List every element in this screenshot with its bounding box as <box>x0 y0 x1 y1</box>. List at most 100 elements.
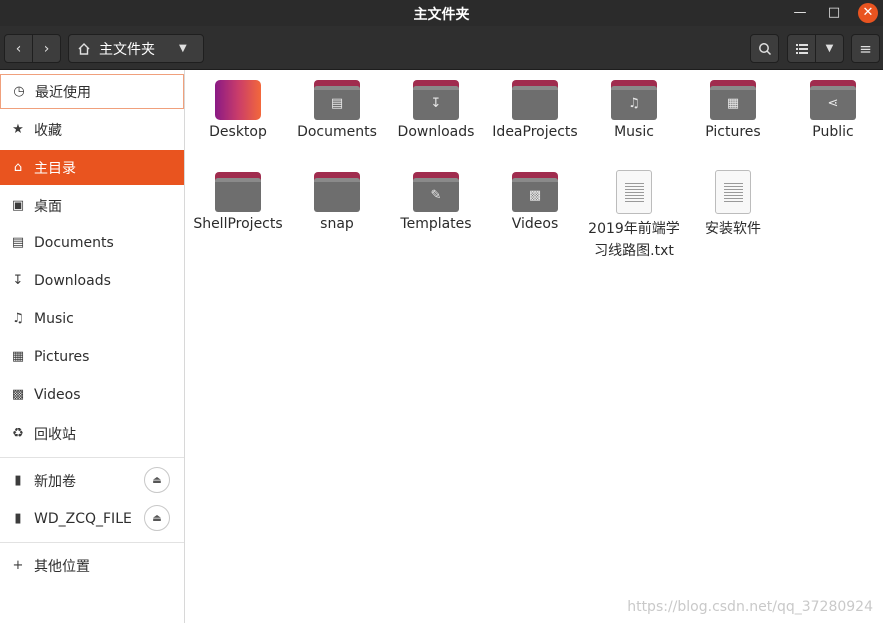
clock-icon: ◷ <box>13 84 25 99</box>
file-item-ideaprojects[interactable]: IdeaProjects <box>489 80 581 141</box>
sidebar-item-label: 其他位置 <box>34 558 90 575</box>
file-item-videos[interactable]: ▩ Videos <box>489 172 581 233</box>
hamburger-icon: ≡ <box>859 39 872 58</box>
minimize-icon[interactable]: — <box>790 3 810 23</box>
sidebar-item-documents[interactable]: ▤ Documents <box>0 225 184 260</box>
chevron-down-icon: ▼ <box>179 43 187 54</box>
star-icon: ★ <box>12 122 24 137</box>
trash-icon: ♻ <box>12 426 24 441</box>
usb-drive-icon: ▮ <box>14 511 22 526</box>
file-item-public[interactable]: ⋖ Public <box>787 80 879 141</box>
home-icon <box>78 42 90 55</box>
location-label: 主文件夹 <box>99 41 155 58</box>
sidebar-item-label: Documents <box>34 234 114 251</box>
file-item-install[interactable]: 安装软件 <box>687 170 779 240</box>
film-icon: ▩ <box>11 387 25 402</box>
sidebar-item-music[interactable]: ♫ Music <box>0 301 184 336</box>
sidebar-item-label: WD_ZCQ_FILE <box>34 510 132 527</box>
file-item-roadmap-txt[interactable]: 2019年前端学习线路图.txt <box>588 170 680 262</box>
sidebar-item-label: Music <box>34 310 74 327</box>
sidebar-item-volume-2[interactable]: ▮ WD_ZCQ_FILE ⏏ <box>0 501 184 536</box>
chevron-down-icon: ▼ <box>825 43 834 54</box>
usb-drive-icon: ▮ <box>14 473 22 488</box>
videos-folder-icon: ▩ <box>512 172 558 212</box>
sidebar-item-label: 收藏 <box>34 122 62 139</box>
folder-icon <box>314 172 360 212</box>
search-button[interactable] <box>750 34 779 63</box>
sidebar-divider <box>0 457 184 458</box>
file-item-desktop[interactable]: Desktop <box>192 80 284 141</box>
file-name: ShellProjects <box>193 216 283 232</box>
sidebar-divider <box>0 542 184 543</box>
file-name: IdeaProjects <box>492 124 578 140</box>
folder-icon <box>512 80 558 120</box>
sidebar-item-pictures[interactable]: ▦ Pictures <box>0 339 184 374</box>
sidebar-item-downloads[interactable]: ↧ Downloads <box>0 263 184 298</box>
file-name: 2019年前端学习线路图.txt <box>588 221 680 259</box>
file-name: Videos <box>511 216 559 232</box>
file-name: Templates <box>400 216 472 232</box>
file-item-shellprojects[interactable]: ShellProjects <box>192 172 284 233</box>
file-grid: Desktop ▤ Documents ↧ Downloads IdeaProj… <box>185 70 883 623</box>
text-file-icon <box>616 170 652 214</box>
view-list-button[interactable] <box>787 34 816 63</box>
sidebar-item-label: 最近使用 <box>35 84 91 101</box>
file-name: Music <box>614 124 654 140</box>
pictures-folder-icon: ▦ <box>710 80 756 120</box>
sidebar-item-label: Videos <box>34 386 81 403</box>
music-folder-icon: ♫ <box>611 80 657 120</box>
sidebar-item-volume-1[interactable]: ▮ 新加卷 ⏏ <box>0 463 184 498</box>
downloads-folder-icon: ↧ <box>413 80 459 120</box>
watermark: https://blog.csdn.net/qq_37280924 <box>627 599 873 615</box>
maximize-icon[interactable]: □ <box>824 3 844 23</box>
eject-icon[interactable]: ⏏ <box>144 467 170 493</box>
templates-folder-icon: ✎ <box>413 172 459 212</box>
sidebar-item-home[interactable]: ⌂ 主目录 <box>0 150 184 185</box>
eject-icon[interactable]: ⏏ <box>144 505 170 531</box>
file-item-downloads[interactable]: ↧ Downloads <box>390 80 482 141</box>
file-item-snap[interactable]: snap <box>291 172 383 233</box>
sidebar-item-trash[interactable]: ♻ 回收站 <box>0 416 184 451</box>
menu-button[interactable]: ≡ <box>851 34 880 63</box>
view-options-button[interactable]: ▼ <box>815 34 844 63</box>
location-button[interactable]: 主文件夹 ▼ <box>68 34 204 63</box>
forward-button[interactable]: › <box>32 34 61 63</box>
sidebar-item-videos[interactable]: ▩ Videos <box>0 377 184 412</box>
file-name: Public <box>812 124 854 140</box>
sidebar-item-label: Pictures <box>34 348 90 365</box>
list-view-icon <box>795 43 808 54</box>
file-name: Documents <box>297 124 377 140</box>
desktop-folder-icon <box>215 80 261 120</box>
sidebar-item-label: 桌面 <box>34 198 62 215</box>
download-icon: ↧ <box>12 273 24 288</box>
sidebar: ◷ 最近使用 ★ 收藏 ⌂ 主目录 ▣ 桌面 ▤ Documents ↧ Dow… <box>0 70 185 623</box>
toolbar: ‹ › 主文件夹 ▼ ▼ ≡ <box>0 26 883 70</box>
file-item-pictures[interactable]: ▦ Pictures <box>687 80 779 141</box>
sidebar-item-label: 新加卷 <box>34 473 76 490</box>
file-item-music[interactable]: ♫ Music <box>588 80 680 141</box>
music-icon: ♫ <box>12 311 24 326</box>
sidebar-item-recent[interactable]: ◷ 最近使用 <box>0 74 184 109</box>
sidebar-item-starred[interactable]: ★ 收藏 <box>0 112 184 147</box>
sidebar-item-desktop[interactable]: ▣ 桌面 <box>0 188 184 223</box>
file-item-templates[interactable]: ✎ Templates <box>390 172 482 233</box>
window-title: 主文件夹 <box>413 7 470 23</box>
document-icon: ▤ <box>11 235 25 250</box>
desktop-icon: ▣ <box>11 198 25 213</box>
chevron-left-icon: ‹ <box>15 40 22 57</box>
sidebar-item-label: Downloads <box>34 272 111 289</box>
file-item-documents[interactable]: ▤ Documents <box>291 80 383 141</box>
close-icon[interactable]: ✕ <box>858 3 878 23</box>
text-file-icon <box>715 170 751 214</box>
chevron-right-icon: › <box>43 40 50 57</box>
public-folder-icon: ⋖ <box>810 80 856 120</box>
back-button[interactable]: ‹ <box>4 34 33 63</box>
folder-icon <box>215 172 261 212</box>
file-name: 安装软件 <box>705 221 761 237</box>
file-name: Downloads <box>397 124 475 140</box>
picture-icon: ▦ <box>11 349 25 364</box>
sidebar-item-other-locations[interactable]: + 其他位置 <box>0 548 184 583</box>
title-bar: 主文件夹 — □ ✕ <box>0 0 883 26</box>
sidebar-item-label: 主目录 <box>34 160 76 177</box>
file-name: snap <box>320 216 354 232</box>
